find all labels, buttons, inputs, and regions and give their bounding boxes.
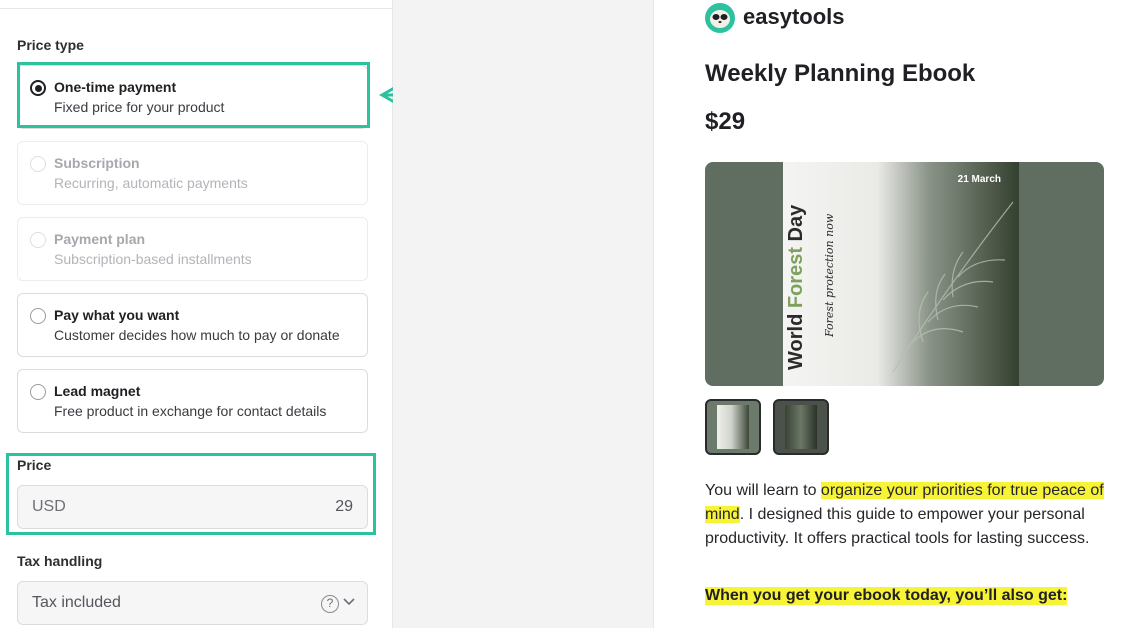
option-subscription: Subscription Recurring, automatic paymen…	[17, 141, 368, 205]
thumbnail-image	[785, 405, 817, 449]
option-payment-plan: Payment plan Subscription-based installm…	[17, 217, 368, 281]
radio-icon[interactable]	[30, 308, 46, 324]
option-lead-magnet[interactable]: Lead magnet Free product in exchange for…	[17, 369, 368, 433]
cover-date: 21 March	[957, 174, 1001, 185]
divider	[0, 8, 392, 9]
chevron-down-icon	[343, 598, 355, 606]
radio-icon	[30, 232, 46, 248]
thumbnail-2[interactable]	[773, 399, 829, 455]
product-preview: easytools Weekly Planning Ebook $29 Worl…	[653, 0, 1132, 628]
product-description: You will learn to organize your prioriti…	[705, 482, 1104, 547]
option-title: Pay what you want	[54, 307, 180, 323]
fern-illustration	[892, 201, 1014, 373]
highlight-frame	[17, 62, 370, 128]
thumbnail-image	[717, 405, 749, 449]
option-pay-what-you-want[interactable]: Pay what you want Customer decides how m…	[17, 293, 368, 357]
option-description: Recurring, automatic payments	[54, 175, 248, 191]
highlight-frame	[6, 453, 376, 535]
help-icon[interactable]: ?	[321, 595, 339, 613]
tax-select-value: Tax included	[32, 594, 121, 611]
cover-title: World Forest Day	[785, 204, 807, 370]
tax-handling-label: Tax handling	[17, 553, 103, 569]
radio-icon	[30, 156, 46, 172]
option-title: Lead magnet	[54, 383, 141, 399]
sloth-logo-icon	[705, 3, 735, 33]
cover-subtitle: Forest protection now	[823, 213, 836, 337]
option-title: Payment plan	[54, 231, 146, 247]
brand-name: easytools	[743, 4, 845, 29]
price-type-label: Price type	[17, 37, 84, 53]
option-title: Subscription	[54, 155, 140, 171]
thumbnail-1[interactable]	[705, 399, 761, 455]
canvas-background	[393, 0, 653, 628]
option-description: Free product in exchange for contact det…	[54, 403, 327, 419]
option-description: Customer decides how much to pay or dona…	[54, 327, 340, 343]
option-description: Subscription-based installments	[54, 251, 252, 267]
bonus-heading: When you get your ebook today, you’ll al…	[705, 587, 1068, 605]
ebook-cover: World Forest Day Forest protection now 2…	[783, 162, 1019, 386]
product-main-image: World Forest Day Forest protection now 2…	[705, 162, 1104, 386]
product-title: Weekly Planning Ebook	[705, 60, 976, 87]
radio-icon[interactable]	[30, 384, 46, 400]
tax-handling-select[interactable]: Tax included ?	[17, 581, 368, 625]
product-price: $29	[705, 108, 746, 135]
